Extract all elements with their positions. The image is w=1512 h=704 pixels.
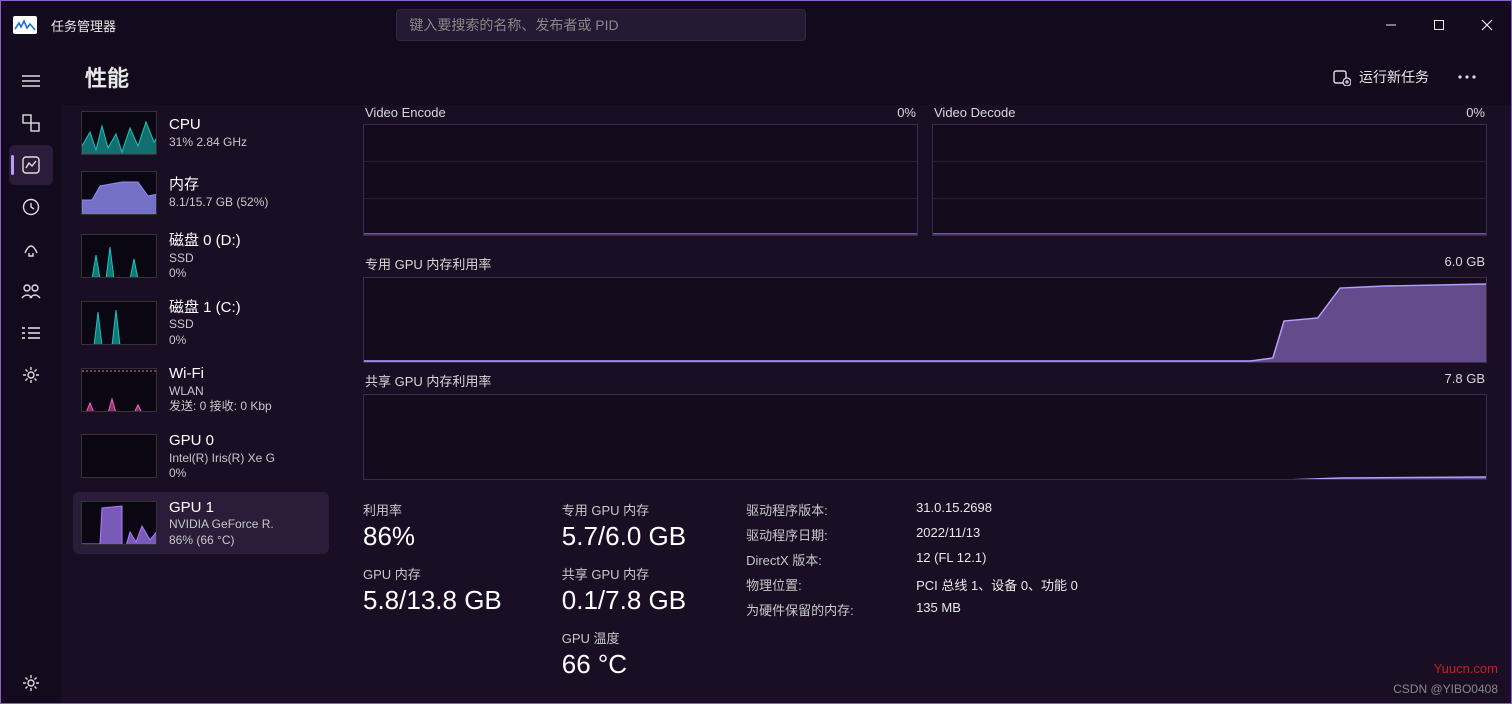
graph-title: 专用 GPU 内存利用率 (365, 254, 491, 273)
watermark-csdn: CSDN @YIBO0408 (1393, 682, 1498, 696)
nav-startup[interactable] (9, 229, 53, 269)
graph-max: 7.8 GB (1445, 371, 1485, 390)
gpumem-value: 5.8/13.8 GB (363, 585, 502, 616)
driver-date-label: 驱动程序日期: (746, 525, 886, 544)
directx-value: 12 (FL 12.1) (916, 550, 986, 569)
nav-performance[interactable] (9, 145, 53, 185)
sidebar-item-gpu0[interactable]: GPU 0Intel(R) Iris(R) Xe G0% (73, 425, 329, 488)
util-value: 86% (363, 521, 502, 552)
sidebar-item-disk1[interactable]: 磁盘 1 (C:)SSD0% (73, 292, 329, 355)
wifi-thumb (81, 368, 157, 412)
disk0-thumb (81, 234, 157, 278)
sidebar-item-memory[interactable]: 内存8.1/15.7 GB (52%) (73, 165, 329, 221)
nav-details[interactable] (9, 313, 53, 353)
sidebar-item-label: 磁盘 0 (D:) (169, 231, 241, 251)
run-new-task-button[interactable]: 运行新任务 (1323, 61, 1439, 93)
nav-hamburger[interactable] (9, 61, 53, 101)
graph-title: Video Decode (934, 105, 1015, 120)
shr-value: 0.1/7.8 GB (562, 585, 686, 616)
sidebar-item-label: CPU (169, 115, 247, 135)
app-title: 任务管理器 (51, 16, 116, 35)
temp-value: 66 °C (562, 649, 686, 680)
run-task-icon (1333, 68, 1351, 86)
graph-max: 0% (897, 105, 916, 120)
stats-block: 利用率 86% GPU 内存 5.8/13.8 GB 专用 GPU 内存 5.7/6.… (363, 500, 1487, 680)
video-encode-graph (363, 124, 918, 236)
shared-gpu-mem-graph (363, 394, 1487, 480)
directx-label: DirectX 版本: (746, 550, 886, 569)
graph-title: 共享 GPU 内存利用率 (365, 371, 491, 390)
nav-processes[interactable] (9, 103, 53, 143)
cpu-thumb (81, 111, 157, 155)
search-input[interactable]: 键入要搜索的名称、发布者或 PID (396, 9, 806, 41)
search-placeholder: 键入要搜索的名称、发布者或 PID (409, 15, 618, 35)
nav-services[interactable] (9, 355, 53, 395)
reserved-value: 135 MB (916, 600, 961, 619)
video-decode-graph (932, 124, 1487, 236)
close-button[interactable] (1463, 1, 1511, 49)
gpu0-thumb (81, 434, 157, 478)
sidebar-item-label: 磁盘 1 (C:) (169, 298, 241, 318)
sidebar-item-gpu1[interactable]: GPU 1NVIDIA GeForce R.86% (66 °C) (73, 492, 329, 555)
titlebar: 任务管理器 键入要搜索的名称、发布者或 PID (1, 1, 1511, 49)
maximize-button[interactable] (1415, 1, 1463, 49)
graph-max: 0% (1466, 105, 1485, 120)
gpu1-thumb (81, 501, 157, 545)
page-title: 性能 (85, 61, 129, 93)
run-task-label: 运行新任务 (1359, 67, 1429, 87)
ded-label: 专用 GPU 内存 (562, 500, 686, 519)
nav-rail (1, 49, 61, 703)
perf-sidebar: CPU31% 2.84 GHz 内存8.1/15.7 GB (52%) 磁盘 0… (73, 105, 333, 703)
sidebar-item-label: 内存 (169, 175, 268, 195)
driver-date-value: 2022/11/13 (916, 525, 980, 544)
util-label: 利用率 (363, 500, 502, 519)
disk1-thumb (81, 301, 157, 345)
nav-settings[interactable] (9, 663, 53, 703)
gpumem-label: GPU 内存 (363, 564, 502, 583)
driver-ver-label: 驱动程序版本: (746, 500, 886, 519)
nav-history[interactable] (9, 187, 53, 227)
graph-max: 6.0 GB (1445, 254, 1485, 273)
sidebar-item-label: GPU 0 (169, 431, 275, 451)
loc-label: 物理位置: (746, 575, 886, 594)
app-icon (13, 16, 37, 34)
minimize-button[interactable] (1367, 1, 1415, 49)
nav-users[interactable] (9, 271, 53, 311)
driver-ver-value: 31.0.15.2698 (916, 500, 992, 519)
temp-label: GPU 温度 (562, 628, 686, 647)
sidebar-item-cpu[interactable]: CPU31% 2.84 GHz (73, 105, 329, 161)
subheader: 性能 运行新任务 (61, 49, 1511, 105)
sidebar-item-wifi[interactable]: Wi-FiWLAN发送: 0 接收: 0 Kbp (73, 358, 329, 421)
more-button[interactable] (1447, 59, 1487, 95)
sidebar-item-label: GPU 1 (169, 498, 274, 518)
loc-value: PCI 总线 1、设备 0、功能 0 (916, 575, 1078, 594)
dedicated-gpu-mem-graph (363, 277, 1487, 363)
sidebar-item-label: Wi-Fi (169, 364, 272, 384)
memory-thumb (81, 171, 157, 215)
sidebar-item-disk0[interactable]: 磁盘 0 (D:)SSD0% (73, 225, 329, 288)
reserved-label: 为硬件保留的内存: (746, 600, 886, 619)
detail-pane: Video Encode0% Video Decode0% 专用 GPU 内存利… (333, 105, 1511, 703)
shr-label: 共享 GPU 内存 (562, 564, 686, 583)
ded-value: 5.7/6.0 GB (562, 521, 686, 552)
watermark-yuucn: Yuucn.com (1434, 661, 1498, 676)
graph-title: Video Encode (365, 105, 446, 120)
